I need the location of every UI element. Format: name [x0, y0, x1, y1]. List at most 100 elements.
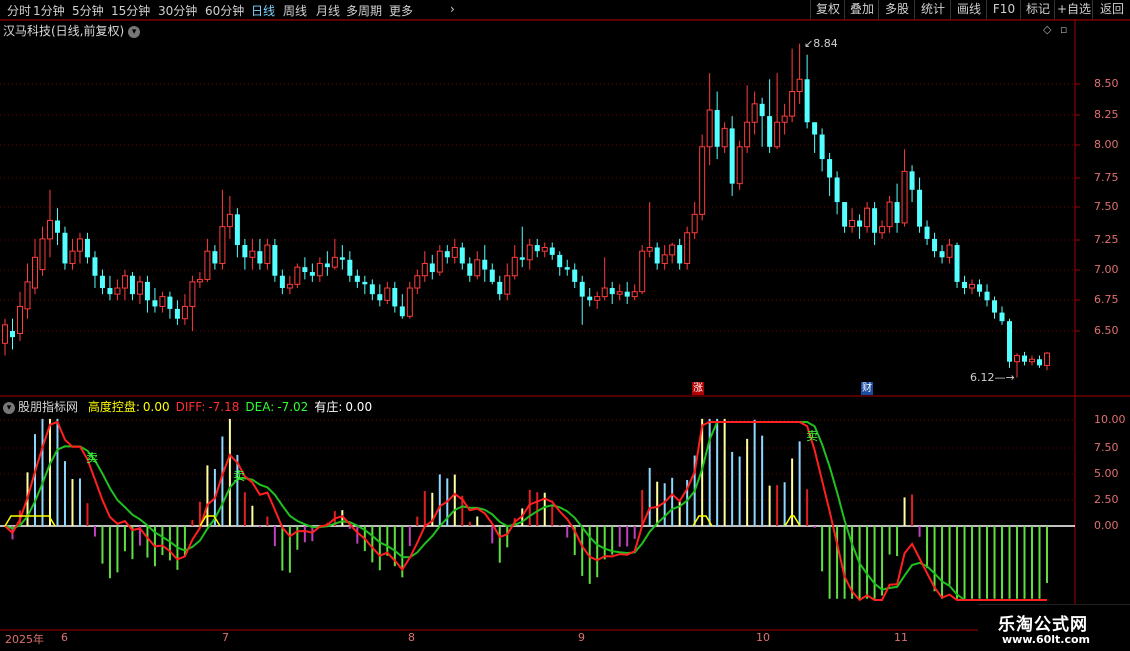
candle-body-up[interactable]	[526, 244, 533, 261]
candle-body-up[interactable]	[646, 246, 653, 252]
candle-body-down[interactable]	[347, 259, 353, 276]
candle-body-down[interactable]	[234, 214, 240, 246]
candle-body-down[interactable]	[9, 331, 15, 338]
candle-body-up[interactable]	[159, 296, 166, 307]
candle-body-up[interactable]	[699, 146, 706, 215]
candle-body-up[interactable]	[39, 238, 46, 271]
candle-body-down[interactable]	[834, 177, 840, 203]
candle-body-down[interactable]	[324, 263, 330, 268]
candle-body-down[interactable]	[992, 300, 998, 313]
candle-body-up[interactable]	[406, 287, 413, 317]
candle-body-down[interactable]	[467, 263, 473, 276]
candle-body-down[interactable]	[677, 245, 683, 264]
candle-body-down[interactable]	[497, 281, 503, 295]
candle-body-up[interactable]	[181, 305, 188, 320]
candle-body-down[interactable]	[107, 288, 113, 295]
candle-body-down[interactable]	[819, 134, 825, 160]
candle-body-up[interactable]	[1029, 358, 1036, 363]
candle-body-up[interactable]	[594, 296, 601, 301]
candle-body-down[interactable]	[167, 296, 173, 309]
cai-badge[interactable]: 财	[861, 382, 873, 395]
candle-body-up[interactable]	[421, 262, 428, 277]
candle-body-down[interactable]	[842, 202, 848, 227]
candle-body-down[interactable]	[872, 208, 878, 233]
candle-body-down[interactable]	[714, 109, 720, 147]
candle-body-up[interactable]	[219, 226, 226, 264]
candle-body-up[interactable]	[504, 275, 511, 295]
candle-body-down[interactable]	[857, 220, 863, 227]
candle-body-down[interactable]	[759, 103, 765, 117]
candle-body-down[interactable]	[1022, 355, 1028, 362]
candle-body-up[interactable]	[751, 103, 758, 123]
candle-body-down[interactable]	[489, 269, 495, 282]
candle-body-down[interactable]	[932, 238, 938, 252]
candle-body-down[interactable]	[939, 251, 945, 258]
candle-body-up[interactable]	[286, 283, 293, 289]
candle-body-up[interactable]	[541, 246, 548, 252]
candle-body-down[interactable]	[954, 245, 960, 282]
candle-body-down[interactable]	[257, 251, 263, 264]
candle-body-up[interactable]	[16, 305, 23, 334]
candle-body-up[interactable]	[69, 250, 76, 264]
candle-body-up[interactable]	[2, 324, 8, 344]
candle-body-down[interactable]	[399, 306, 405, 317]
candle-body-down[interactable]	[1007, 321, 1013, 362]
candle-body-down[interactable]	[279, 275, 285, 289]
candle-body-up[interactable]	[31, 256, 38, 289]
candle-body-down[interactable]	[827, 159, 833, 178]
candle-body-down[interactable]	[962, 281, 968, 289]
candle-body-down[interactable]	[729, 128, 735, 184]
candle-body-up[interactable]	[661, 254, 668, 264]
candle-body-up[interactable]	[114, 287, 121, 295]
candle-body-up[interactable]	[264, 244, 271, 264]
candle-body-up[interactable]	[331, 256, 338, 268]
indicator-name[interactable]: 股朋指标网	[18, 400, 78, 414]
candle-body-up[interactable]	[886, 201, 893, 228]
candle-body-down[interactable]	[174, 308, 180, 319]
candle-body-up[interactable]	[294, 266, 301, 285]
candle-body-up[interactable]	[796, 78, 803, 93]
candle-body-up[interactable]	[189, 281, 196, 307]
candle-body-down[interactable]	[804, 79, 810, 123]
candle-body-down[interactable]	[609, 288, 615, 295]
candle-body-up[interactable]	[631, 291, 638, 298]
candle-body-up[interactable]	[774, 121, 781, 148]
candle-body-down[interactable]	[272, 245, 278, 276]
candlestick-chart[interactable]: 卖卖卖	[0, 0, 1130, 650]
candle-body-up[interactable]	[121, 275, 128, 289]
candle-body-down[interactable]	[909, 171, 915, 190]
candle-body-up[interactable]	[969, 283, 976, 289]
candle-body-up[interactable]	[474, 259, 481, 277]
candle-body-down[interactable]	[1037, 359, 1043, 366]
candle-body-down[interactable]	[369, 284, 375, 295]
candle-body-down[interactable]	[302, 267, 308, 273]
candle-body-up[interactable]	[204, 250, 211, 280]
candle-body-down[interactable]	[152, 300, 158, 307]
candle-body-up[interactable]	[196, 278, 203, 283]
candle-body-down[interactable]	[339, 257, 345, 260]
candle-body-down[interactable]	[362, 281, 368, 285]
candle-body-up[interactable]	[46, 219, 53, 240]
candle-body-up[interactable]	[946, 244, 953, 258]
candle-body-down[interactable]	[519, 257, 525, 260]
candle-body-up[interactable]	[249, 250, 256, 258]
candle-body-up[interactable]	[384, 287, 391, 301]
candle-body-up[interactable]	[136, 281, 143, 295]
candle-body-down[interactable]	[309, 272, 315, 276]
candle-body-down[interactable]	[534, 245, 540, 252]
candle-body-up[interactable]	[1014, 355, 1021, 363]
candle-body-down[interactable]	[977, 284, 983, 292]
candle-body-down[interactable]	[549, 247, 555, 255]
candle-body-up[interactable]	[736, 146, 743, 185]
candle-body-up[interactable]	[1044, 352, 1050, 366]
candle-body-down[interactable]	[62, 232, 68, 264]
candle-body-down[interactable]	[92, 257, 98, 276]
candle-body-up[interactable]	[316, 262, 323, 277]
candle-body-up[interactable]	[639, 250, 646, 293]
candle-body-up[interactable]	[721, 127, 728, 148]
candle-body-up[interactable]	[789, 91, 796, 117]
candle-body-up[interactable]	[24, 281, 31, 310]
candle-body-down[interactable]	[812, 122, 818, 135]
candle-body-down[interactable]	[212, 251, 218, 264]
candle-body-down[interactable]	[894, 202, 900, 223]
